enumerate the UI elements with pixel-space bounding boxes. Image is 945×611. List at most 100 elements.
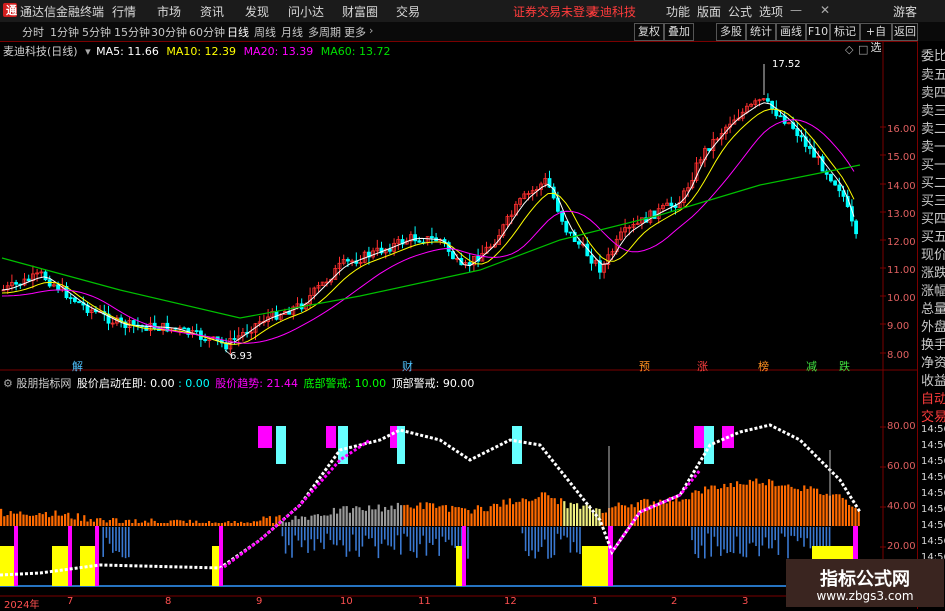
indicator-bar: [726, 487, 729, 526]
event-marker-zhang[interactable]: 涨: [697, 358, 708, 374]
event-marker-yu[interactable]: 预: [639, 358, 650, 374]
indicator-neg-bar: [387, 527, 389, 546]
event-marker-bang[interactable]: 榜: [758, 358, 769, 374]
quote-label: 买四: [921, 212, 945, 227]
indicator-bar: [374, 509, 377, 526]
indicator-bar: [326, 515, 329, 526]
indicator-neg-bar: [102, 527, 104, 557]
candle-body: [669, 202, 674, 207]
indicator-neg-bar: [377, 527, 380, 559]
dropdown-icon[interactable]: ▾: [85, 45, 91, 58]
indicator-bar: [76, 513, 79, 526]
indicator-bar: [665, 503, 668, 526]
chart-settings-icon[interactable]: ◇: [845, 43, 853, 56]
indicator-neg-bar: [572, 527, 575, 543]
indicator-bar: [147, 522, 150, 526]
indicator-neg-bar: [723, 527, 725, 550]
indicator-bar: [764, 485, 767, 526]
indicator-bar: [460, 507, 463, 526]
indicator-bar: [540, 492, 543, 526]
candle-body: [232, 338, 237, 340]
chart-expand-icon[interactable]: □: [858, 43, 868, 56]
indicator-bar: [22, 514, 25, 526]
indicator-bar: [435, 507, 438, 526]
indicator-bar: [32, 515, 35, 526]
indicator-bar: [396, 502, 399, 526]
indicator-neg-bar: [713, 527, 716, 537]
indicator-bar: [128, 519, 131, 526]
event-marker-die[interactable]: 跌: [839, 358, 850, 374]
indicator-bar: [492, 503, 495, 526]
indicator-bar: [777, 485, 780, 526]
indicator-bar: [736, 481, 739, 526]
indicator-bar: [182, 520, 185, 526]
indicator-bar: [233, 521, 236, 526]
indicator-bar: [150, 518, 153, 526]
indicator-neg-bar: [758, 527, 760, 557]
indicator-bar: [716, 489, 719, 526]
event-marker-jie[interactable]: 解: [72, 358, 83, 374]
indicator-settings-icon[interactable]: ⚙: [3, 377, 13, 390]
indicator-bar: [486, 511, 489, 526]
indicator-neg-bar: [403, 527, 405, 534]
indicator-bar: [425, 502, 428, 526]
indicator-neg-bar: [726, 527, 728, 554]
indicator-bar: [124, 520, 127, 526]
indicator-bar: [19, 511, 22, 526]
indicator-neg-bar: [326, 527, 328, 534]
indicator-neg-bar: [691, 527, 693, 541]
indicator-bar: [134, 519, 137, 526]
quote-label: 卖五: [921, 68, 945, 83]
indicator-bar: [537, 497, 540, 526]
indicator-neg-bar: [281, 527, 284, 537]
indicator-neg-bar: [374, 527, 376, 547]
auto-trade-link[interactable]: 自动: [921, 388, 945, 407]
tick-time: 14:56: [921, 456, 945, 467]
indicator-bar: [758, 483, 761, 526]
indicator-bar: [121, 522, 124, 526]
quote-label: 卖三: [921, 104, 945, 119]
indicator-bar: [246, 522, 249, 526]
indicator-bar: [838, 494, 841, 526]
indicator-neg-bar: [806, 527, 808, 539]
indicator-bar: [51, 515, 54, 526]
indicator-neg-bar: [441, 527, 444, 537]
x-axis-label: 7: [67, 596, 74, 607]
indicator-neg-bar: [320, 527, 322, 543]
indicator-bar: [188, 519, 191, 526]
indicator-name[interactable]: 股朋指标网: [16, 377, 71, 390]
indicator-bar: [784, 485, 787, 526]
top-zone-block: [276, 426, 286, 464]
indicator-bar: [316, 514, 319, 526]
auto-trade-link[interactable]: 交易: [921, 406, 945, 425]
event-marker-cai[interactable]: 财: [402, 358, 413, 374]
indicator-neg-bar: [579, 527, 581, 555]
x-axis-label: 9: [256, 596, 263, 607]
kline-chart-canvas[interactable]: [0, 0, 945, 609]
indicator-bar: [352, 508, 355, 526]
indicator-bar: [534, 498, 537, 526]
indicator-bar: [323, 515, 326, 526]
indicator-bar: [604, 512, 607, 526]
indicator-neg-bar: [390, 527, 392, 547]
indicator-neg-bar: [396, 527, 399, 536]
indicator-bar: [489, 506, 492, 526]
indicator-bar: [12, 513, 15, 526]
bottom-zone-block: [582, 546, 612, 586]
x-axis-label: 10: [340, 596, 353, 607]
indicator-bar: [531, 500, 534, 526]
ma5-label: MA5: 11.66: [96, 45, 159, 58]
indicator-bar: [496, 503, 499, 526]
ma60-label: MA60: 13.72: [320, 45, 391, 58]
indicator-bar: [441, 505, 444, 526]
indicator-bar: [761, 482, 764, 526]
indicator-bar: [342, 506, 345, 526]
indicator-bar: [28, 515, 31, 526]
candle-body: [577, 241, 581, 245]
indicator-bar: [214, 522, 217, 526]
indicator-bar: [473, 509, 476, 526]
indicator-bar: [668, 497, 671, 526]
event-marker-jian[interactable]: 减: [806, 358, 817, 374]
indicator-bar: [812, 488, 815, 526]
low-price-marker: 6.93: [230, 351, 253, 362]
